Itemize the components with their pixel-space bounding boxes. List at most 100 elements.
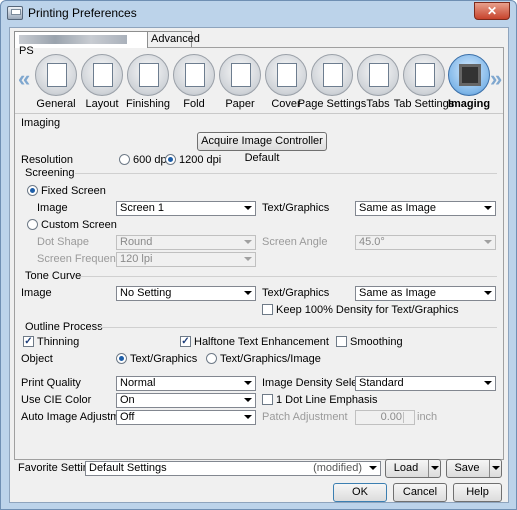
page-settings-icon[interactable] xyxy=(311,54,353,96)
resolution-label: Resolution xyxy=(21,154,73,166)
scroll-right-icon[interactable]: » xyxy=(490,66,502,92)
tabs-icon[interactable] xyxy=(357,54,399,96)
halftone-checkbox[interactable]: ✓ xyxy=(180,336,191,347)
screen-angle-value: 45.0° xyxy=(359,236,385,248)
cancel-button[interactable]: Cancel xyxy=(393,483,447,502)
scroll-left-icon[interactable]: « xyxy=(18,66,30,92)
favorite-setting-select[interactable]: Default Settings (modified) xyxy=(85,461,381,476)
tone-textgraphics-select[interactable]: Same as Image xyxy=(355,286,496,301)
print-quality-select[interactable]: Normal xyxy=(116,376,256,391)
printer-icon[interactable] xyxy=(35,54,77,96)
dot-shape-value: Round xyxy=(120,236,153,248)
ps-tab-page: « » General Layout Finishing Fold Paper … xyxy=(14,47,504,460)
object-textgraphics-image-radio[interactable] xyxy=(206,353,217,364)
blurred-printer-name xyxy=(19,34,127,44)
cie-color-value: On xyxy=(120,394,135,406)
title-bar[interactable]: Printing Preferences ✕ xyxy=(1,1,516,25)
object-textgraphics-radio[interactable] xyxy=(116,353,127,364)
screening-section-label: Screening xyxy=(25,167,75,179)
tone-curve-section-label: Tone Curve xyxy=(25,270,82,282)
screen-textgraphics-select[interactable]: Same as Image xyxy=(355,201,496,216)
screen-image-select[interactable]: Screen 1 xyxy=(116,201,256,216)
fixed-screen-label: Fixed Screen xyxy=(41,185,106,197)
tab-advanced[interactable]: Advanced xyxy=(146,31,200,47)
chevron-down-icon xyxy=(484,381,492,385)
patch-adjust-unit: inch xyxy=(417,411,438,423)
window-title: Printing Preferences xyxy=(28,6,137,20)
chevron-down-icon[interactable] xyxy=(428,460,440,477)
favorite-setting-label: Favorite Setting xyxy=(18,462,96,474)
custom-screen-label: Custom Screen xyxy=(41,219,117,231)
printer-app-icon xyxy=(7,6,23,20)
smoothing-checkbox[interactable] xyxy=(336,336,347,347)
resolution-1200-label: 1200 dpi xyxy=(179,154,222,166)
custom-screen-radio[interactable] xyxy=(27,219,38,230)
imaging-section-label: Imaging xyxy=(21,117,61,129)
dot-line-checkbox[interactable] xyxy=(262,394,273,405)
print-quality-value: Normal xyxy=(120,377,156,389)
dot-shape-select[interactable]: Round xyxy=(116,235,256,250)
chevron-down-icon xyxy=(244,381,252,385)
dialog-client: PS Advanced « » General Layout Finishing… xyxy=(9,27,509,503)
load-label: Load xyxy=(393,462,419,474)
help-button[interactable]: Help xyxy=(453,483,502,502)
resolution-600-label: 600 dpi xyxy=(133,154,170,166)
tone-image-value: No Setting xyxy=(120,287,172,299)
chevron-down-icon xyxy=(244,257,252,261)
ok-button[interactable]: OK xyxy=(333,483,387,502)
fixed-screen-radio[interactable] xyxy=(27,185,38,196)
close-button[interactable]: ✕ xyxy=(474,2,510,20)
tab-settings-icon[interactable] xyxy=(403,54,445,96)
tone-image-select[interactable]: No Setting xyxy=(116,286,256,301)
auto-adjust-select[interactable]: Off xyxy=(116,410,256,425)
halftone-label: Halftone Text Enhancement xyxy=(194,336,329,348)
screen-textgraphics-value: Same as Image xyxy=(359,202,437,214)
chevron-down-icon xyxy=(244,240,252,244)
fold-icon[interactable] xyxy=(173,54,215,96)
keep-density-checkbox[interactable] xyxy=(262,304,273,315)
cie-color-label: Use CIE Color xyxy=(21,394,92,406)
density-selection-select[interactable]: Standard xyxy=(355,376,496,391)
density-selection-value: Standard xyxy=(359,377,404,389)
finishing-icon[interactable] xyxy=(127,54,169,96)
print-quality-label: Print Quality xyxy=(21,377,81,389)
tool-label-imaging: Imaging xyxy=(447,98,491,110)
smoothing-label: Smoothing xyxy=(350,336,403,348)
object-textgraphics-label: Text/Graphics xyxy=(130,353,198,365)
screen-image-label: Image xyxy=(37,202,68,214)
acquire-default-button[interactable]: Acquire Image Controller Default xyxy=(197,132,327,164)
outline-section-label: Outline Process xyxy=(25,321,103,333)
favorite-setting-value: Default Settings xyxy=(89,462,167,474)
save-label: Save xyxy=(454,462,480,474)
tone-image-label: Image xyxy=(21,287,52,299)
cie-color-select[interactable]: On xyxy=(116,393,256,408)
layout-icon[interactable] xyxy=(81,54,123,96)
chevron-down-icon xyxy=(244,291,252,295)
resolution-1200-radio[interactable] xyxy=(165,154,176,165)
screen-angle-select[interactable]: 45.0° xyxy=(355,235,496,250)
feature-icon-bar: « » General Layout Finishing Fold Paper … xyxy=(15,48,503,110)
favorite-modified-text: (modified) xyxy=(313,462,362,474)
patch-adjust-label: Patch Adjustment xyxy=(262,411,348,423)
chevron-down-icon xyxy=(484,291,492,295)
paper-icon[interactable] xyxy=(219,54,261,96)
screening-divider xyxy=(75,173,497,174)
chevron-down-icon xyxy=(244,415,252,419)
cover-icon[interactable] xyxy=(265,54,307,96)
imaging-icon[interactable] xyxy=(448,54,490,96)
resolution-600-radio[interactable] xyxy=(119,154,130,165)
save-button[interactable]: Save xyxy=(446,459,502,478)
outline-divider xyxy=(99,327,497,328)
screen-frequency-select[interactable]: 120 lpi xyxy=(116,252,256,267)
tone-curve-divider xyxy=(81,276,497,277)
thinning-checkbox[interactable]: ✓ xyxy=(23,336,34,347)
tab-ps[interactable]: PS xyxy=(14,31,148,57)
patch-adjust-spinner[interactable]: 0.00 xyxy=(355,410,415,425)
dot-shape-label: Dot Shape xyxy=(37,236,89,248)
chevron-down-icon xyxy=(244,206,252,210)
object-textgraphics-image-label: Text/Graphics/Image xyxy=(220,353,321,365)
load-button[interactable]: Load xyxy=(385,459,441,478)
chevron-down-icon xyxy=(369,466,377,470)
chevron-down-icon[interactable] xyxy=(489,460,501,477)
screen-frequency-label: Screen Frequency xyxy=(37,253,127,265)
